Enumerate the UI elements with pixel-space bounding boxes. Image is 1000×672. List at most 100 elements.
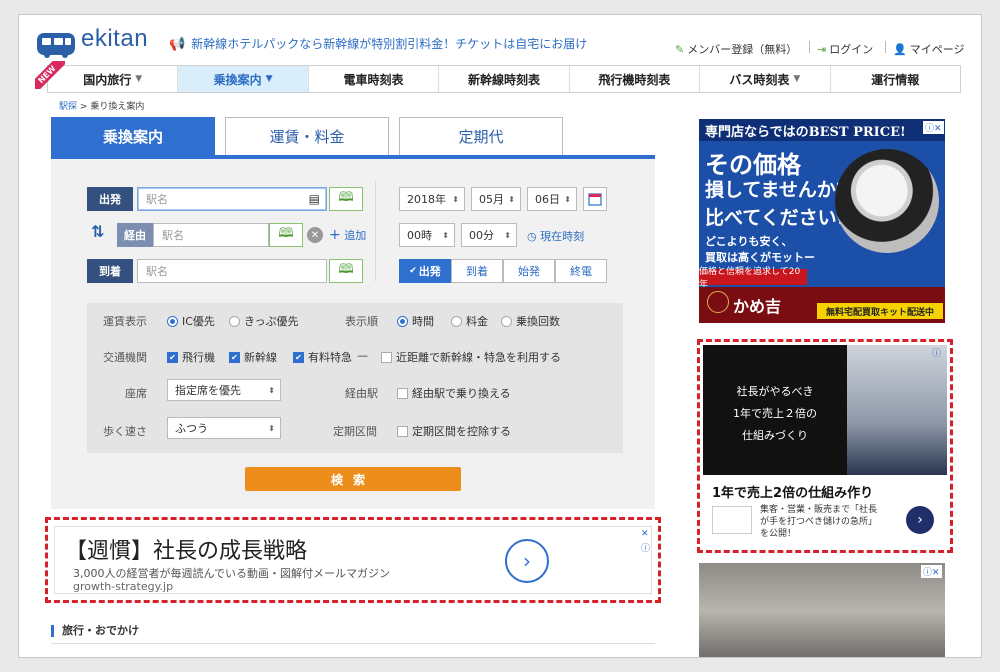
login-link[interactable]: ⇥ ログイン: [817, 41, 873, 57]
nav-train-timetable[interactable]: 電車時刻表: [309, 66, 440, 92]
ad-info-close-icon[interactable]: ⓘ✕: [921, 565, 942, 578]
browser-frame: ekitan 📢 新幹線ホテルパックなら新幹線が特別割引料金！チケットは自宅にお届…: [18, 14, 982, 658]
walk-speed-select[interactable]: ふつう ⬍: [167, 417, 281, 439]
logo-text[interactable]: ekitan: [81, 25, 148, 53]
section-travel-heading: 旅行・おでかけ: [51, 625, 139, 637]
calendar-icon: [588, 193, 602, 206]
sort-transfers-radio[interactable]: 乗換回数: [501, 313, 560, 329]
clock-icon: ◷: [527, 230, 537, 243]
promo-text: 新幹線ホテルパックなら新幹線が特別割引料金！チケットは自宅にお届け: [191, 37, 588, 51]
option-dash: —: [357, 349, 368, 362]
minute-select[interactable]: 00分 ⬍: [461, 223, 517, 247]
mode-arrival-button[interactable]: 到着: [451, 259, 503, 283]
ad-url[interactable]: growth-strategy.jp: [73, 580, 173, 593]
main-nav: 国内旅行 ▼ 乗換案内 ▼ 電車時刻表 新幹線時刻表 飛行機時刻表 バス時刻表 ▼ 運…: [47, 65, 961, 93]
train-logo-icon[interactable]: [35, 27, 77, 61]
ad-info-icon[interactable]: ⓘ: [932, 346, 941, 359]
tab-commuter-pass[interactable]: 定期代: [399, 117, 563, 155]
book-icon: 🕮: [338, 262, 354, 277]
ad-info-icon[interactable]: ⓘ: [641, 541, 650, 554]
ad-info-close-icon[interactable]: ⓘ✕: [923, 121, 944, 134]
book-icon: 🕮: [278, 226, 294, 241]
ad-title[interactable]: 【週慣】社長の成長戦略: [65, 533, 307, 565]
swap-stations-icon[interactable]: ⇅: [91, 222, 104, 241]
arrival-input[interactable]: 駅名: [137, 259, 327, 283]
nav-shinkansen-timetable[interactable]: 新幹線時刻表: [439, 66, 570, 92]
sort-fare-radio[interactable]: 料金: [451, 313, 488, 329]
arrival-station-book-button[interactable]: 🕮: [329, 259, 363, 283]
nav-domestic-travel[interactable]: 国内旅行 ▼: [48, 66, 179, 92]
fare-display-label: 運賃表示: [103, 315, 147, 328]
id-card-icon[interactable]: ▤: [309, 192, 320, 206]
updown-icon: ⬍: [452, 194, 459, 204]
nav-flight-timetable[interactable]: 飛行機時刻表: [570, 66, 701, 92]
chevron-right-icon[interactable]: ›: [906, 506, 934, 534]
breadcrumb-current: 乗り換え案内: [90, 102, 145, 112]
commuter-deduct-checkbox[interactable]: 定期区間を控除する: [397, 423, 511, 439]
check-icon: ✔: [409, 266, 417, 276]
promo-banner[interactable]: 📢 新幹線ホテルパックなら新幹線が特別割引料金！チケットは自宅にお届け: [169, 35, 587, 52]
ad-watch-buyback[interactable]: 専門店ならではのBEST PRICE! その価格 損してませんか? 比べてくださ…: [699, 119, 945, 323]
fare-ticket-radio[interactable]: きっぷ優先: [229, 313, 299, 329]
via-label: 経由: [117, 223, 153, 247]
form-divider: [375, 181, 376, 281]
hour-select[interactable]: 00時 ⬍: [399, 223, 455, 247]
breadcrumb: 駅探 > 乗り換え案内: [59, 102, 145, 112]
nav-service-info[interactable]: 運行情報: [831, 66, 960, 92]
ad-inner[interactable]: 【週慣】社長の成長戦略 3,000人の経営者が毎週読んでいる動画・図解付メールマ…: [54, 526, 652, 594]
arrival-label: 到着: [87, 259, 133, 283]
tab-fare[interactable]: 運賃・料金: [225, 117, 389, 155]
via-transfer-checkbox[interactable]: 経由駅で乗り換える: [397, 385, 511, 401]
departure-station-book-button[interactable]: 🕮: [329, 187, 363, 211]
seat-label: 座席: [125, 387, 147, 400]
sort-time-radio[interactable]: 時間: [397, 313, 434, 329]
search-button[interactable]: 検索: [245, 467, 461, 491]
mode-departure-button[interactable]: ✔ 出発: [399, 259, 451, 283]
via-station-book-button[interactable]: 🕮: [269, 223, 303, 247]
ad-subtitle[interactable]: 3,000人の経営者が毎週読んでいる動画・図解付メールマガジン: [73, 565, 390, 581]
via-station-label: 経由駅: [345, 387, 378, 400]
advertiser-logo: [712, 506, 752, 534]
pencil-icon: ✎: [675, 43, 685, 56]
breadcrumb-home-link[interactable]: 駅探: [59, 102, 77, 112]
tab-transfer[interactable]: 乗換案内: [51, 117, 215, 155]
ad-growth-strategy[interactable]: 【週慣】社長の成長戦略 3,000人の経営者が毎週読んでいる動画・図解付メールマ…: [45, 517, 661, 603]
airplane-checkbox[interactable]: ✔ 飛行機: [167, 349, 215, 365]
current-time-button[interactable]: ◷ 現在時刻: [527, 228, 584, 244]
day-select[interactable]: 06日 ⬍: [527, 187, 577, 211]
departure-label: 出発: [87, 187, 133, 211]
sort-order-label: 表示順: [345, 315, 378, 328]
mode-first-train-button[interactable]: 始発: [503, 259, 555, 283]
ad-close-icon[interactable]: ✕: [641, 529, 649, 539]
mode-last-train-button[interactable]: 終電: [555, 259, 607, 283]
nav-bus-timetable[interactable]: バス時刻表 ▼: [700, 66, 831, 92]
fare-ic-radio[interactable]: IC優先: [167, 313, 215, 329]
calendar-button[interactable]: [583, 187, 607, 211]
watch-image: [835, 149, 939, 253]
megaphone-icon: 📢: [169, 37, 186, 52]
clear-via-icon[interactable]: ✕: [307, 227, 323, 243]
plus-icon: +: [329, 227, 341, 243]
departure-input[interactable]: 駅名 ▤: [137, 187, 327, 211]
limited-express-checkbox[interactable]: ✔ 有料特急: [293, 349, 352, 365]
ad-ceo-strategy[interactable]: 社長がやるべき 1年で売上２倍の 仕組みづくり ⓘ 1年で売上2倍の仕組み作り …: [697, 339, 953, 553]
short-distance-checkbox[interactable]: 近距離で新幹線・特急を利用する: [381, 349, 561, 365]
transport-label: 交通機関: [103, 351, 147, 364]
seat-select[interactable]: 指定席を優先 ⬍: [167, 379, 281, 401]
updown-icon: ⬍: [442, 230, 449, 240]
ad-car-image[interactable]: ⓘ✕: [699, 563, 945, 657]
new-badge: NEW: [35, 61, 65, 89]
shinkansen-checkbox[interactable]: ✔ 新幹線: [229, 349, 277, 365]
via-input[interactable]: 駅名: [153, 223, 269, 247]
mypage-link[interactable]: 👤 マイページ: [893, 41, 964, 57]
month-select[interactable]: 05月 ⬍: [471, 187, 521, 211]
ad-ceo-dark-panel: 社長がやるべき 1年で売上２倍の 仕組みづくり: [703, 345, 847, 475]
header-separator: [809, 41, 810, 53]
commuter-section-label: 定期区間: [333, 425, 377, 438]
updown-icon: ⬍: [268, 385, 275, 395]
year-select[interactable]: 2018年 ⬍: [399, 187, 465, 211]
add-via-button[interactable]: + 追加: [329, 227, 366, 243]
nav-transfer-guide[interactable]: 乗換案内 ▼: [178, 66, 309, 92]
chevron-right-icon[interactable]: ›: [505, 539, 549, 583]
member-register-link[interactable]: ✎ メンバー登録（無料）: [675, 41, 797, 57]
